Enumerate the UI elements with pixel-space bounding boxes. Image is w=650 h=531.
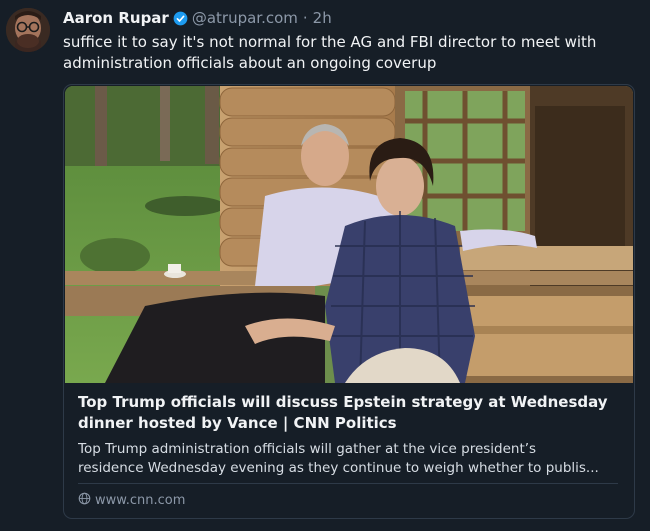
verified-badge-icon (173, 11, 188, 26)
avatar[interactable] (6, 8, 50, 52)
link-card[interactable]: Top Trump officials will discuss Epstein… (63, 84, 635, 519)
link-card-source[interactable]: www.cnn.com (78, 491, 185, 509)
globe-icon (78, 492, 95, 509)
post-header: Aaron Rupar @atrupar.com · 2h (63, 7, 332, 29)
link-card-divider (78, 483, 618, 484)
link-card-source-domain[interactable]: www.cnn.com (95, 493, 185, 508)
link-card-image[interactable] (65, 86, 633, 383)
link-card-title[interactable]: Top Trump officials will discuss Epstein… (78, 392, 623, 434)
header-separator: · (302, 9, 308, 27)
link-card-description-line: Top Trump administration officials will … (78, 441, 537, 457)
author-name[interactable]: Aaron Rupar (63, 9, 169, 27)
post-text: suffice it to say it's not normal for th… (63, 33, 597, 72)
post: Aaron Rupar @atrupar.com · 2h suffice it… (0, 0, 650, 531)
link-card-description-line: residence Wednesday evening as they cont… (78, 460, 599, 476)
post-timestamp[interactable]: 2h (313, 9, 332, 27)
link-card-description: Top Trump administration officials will … (78, 440, 623, 478)
author-handle[interactable]: @atrupar.com (192, 9, 298, 27)
